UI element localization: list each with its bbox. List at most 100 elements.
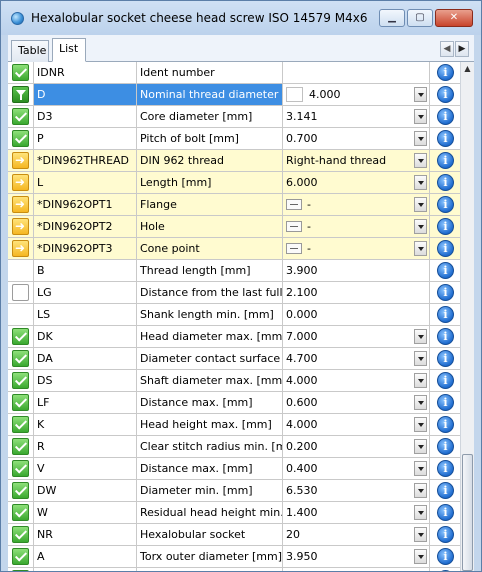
- info-icon[interactable]: i: [437, 86, 454, 103]
- info-icon[interactable]: i: [437, 460, 454, 477]
- info-icon[interactable]: i: [437, 548, 454, 565]
- status-cell[interactable]: [8, 128, 34, 149]
- info-icon[interactable]: i: [437, 526, 454, 543]
- table-row[interactable]: K Head height max. [mm] 4.000 i: [8, 414, 460, 436]
- info-cell[interactable]: i: [430, 282, 460, 303]
- table-row[interactable]: LF Distance max. [mm] 0.600 i: [8, 392, 460, 414]
- vertical-scrollbar[interactable]: ▲: [460, 62, 474, 571]
- info-icon[interactable]: i: [437, 152, 454, 169]
- info-icon[interactable]: i: [437, 350, 454, 367]
- tab-table[interactable]: Table: [11, 40, 49, 62]
- value-select[interactable]: 3.950: [283, 546, 430, 567]
- info-icon[interactable]: i: [437, 328, 454, 345]
- table-row[interactable]: i: [8, 568, 460, 571]
- table-row[interactable]: D3 Core diameter [mm] 3.141 i: [8, 106, 460, 128]
- dropdown-arrow-icon[interactable]: [414, 461, 427, 476]
- status-cell[interactable]: [8, 392, 34, 413]
- dropdown-arrow-icon[interactable]: [414, 87, 427, 102]
- dropdown-arrow-icon[interactable]: [414, 351, 427, 366]
- status-cell[interactable]: [8, 106, 34, 127]
- info-icon[interactable]: i: [437, 174, 454, 191]
- status-cell[interactable]: [8, 480, 34, 501]
- value-select[interactable]: 0.700: [283, 128, 430, 149]
- value-select[interactable]: 6.000: [283, 172, 430, 193]
- checkbox-icon[interactable]: [12, 284, 29, 301]
- tab-scroll-left-button[interactable]: ◀: [440, 41, 454, 57]
- info-cell[interactable]: i: [430, 150, 460, 171]
- table-row[interactable]: V Distance max. [mm] 0.400 i: [8, 458, 460, 480]
- status-cell[interactable]: [8, 524, 34, 545]
- info-icon[interactable]: i: [437, 64, 454, 81]
- info-icon[interactable]: i: [437, 372, 454, 389]
- status-cell[interactable]: [8, 502, 34, 523]
- value-select[interactable]: 1.400: [283, 502, 430, 523]
- status-cell[interactable]: [8, 194, 34, 215]
- value-select[interactable]: 3.141: [283, 106, 430, 127]
- status-cell[interactable]: [8, 568, 34, 571]
- info-cell[interactable]: i: [430, 436, 460, 457]
- table-row[interactable]: NR Hexalobular socket 20 i: [8, 524, 460, 546]
- table-row[interactable]: RClear stitch radius min. [mm]0.200 i: [8, 436, 460, 458]
- info-cell[interactable]: i: [430, 238, 460, 259]
- value-select[interactable]: 0.400: [283, 458, 430, 479]
- dropdown-arrow-icon[interactable]: [414, 549, 427, 564]
- info-icon[interactable]: i: [437, 504, 454, 521]
- status-cell[interactable]: [8, 172, 34, 193]
- table-row[interactable]: DA Diameter contact surface ... 4.700 i: [8, 348, 460, 370]
- status-cell[interactable]: [8, 370, 34, 391]
- dropdown-arrow-icon[interactable]: [414, 109, 427, 124]
- table-row[interactable]: *DIN962THREADDIN 962 threadRight-hand th…: [8, 150, 460, 172]
- scrollbar-thumb[interactable]: [462, 454, 473, 571]
- status-cell[interactable]: [8, 62, 34, 83]
- dropdown-arrow-icon[interactable]: [414, 197, 427, 212]
- status-cell[interactable]: [8, 304, 34, 325]
- table-row[interactable]: LG Distance from the last full ... 2.100 i: [8, 282, 460, 304]
- value-select[interactable]: 4.000: [283, 370, 430, 391]
- info-cell[interactable]: i: [430, 326, 460, 347]
- value-select[interactable]: 4.000: [283, 84, 430, 105]
- table-row[interactable]: W Residual head height min. ... 1.400 i: [8, 502, 460, 524]
- value-select[interactable]: 20: [283, 524, 430, 545]
- status-cell[interactable]: [8, 150, 34, 171]
- dropdown-arrow-icon[interactable]: [414, 131, 427, 146]
- info-cell[interactable]: i: [430, 414, 460, 435]
- scroll-up-arrow-icon[interactable]: ▲: [461, 62, 474, 76]
- info-icon[interactable]: i: [437, 482, 454, 499]
- value-select[interactable]: 7.000: [283, 326, 430, 347]
- status-cell[interactable]: [8, 414, 34, 435]
- info-icon[interactable]: i: [437, 438, 454, 455]
- status-cell[interactable]: [8, 260, 34, 281]
- table-row[interactable]: *DIN962OPT1Flange - i: [8, 194, 460, 216]
- info-cell[interactable]: i: [430, 216, 460, 237]
- table-row[interactable]: LLength [mm]6.000 i: [8, 172, 460, 194]
- table-row[interactable]: *DIN962OPT3Cone point - i: [8, 238, 460, 260]
- info-icon[interactable]: i: [437, 130, 454, 147]
- table-row[interactable]: DK Head diameter max. [mm] 7.000 i: [8, 326, 460, 348]
- info-cell[interactable]: i: [430, 348, 460, 369]
- info-icon[interactable]: i: [437, 240, 454, 257]
- maximize-button[interactable]: ▢: [407, 9, 433, 27]
- info-cell[interactable]: i: [430, 502, 460, 523]
- table-row[interactable]: DS Shaft diameter max. [mm] 4.000 i: [8, 370, 460, 392]
- status-cell[interactable]: [8, 282, 34, 303]
- info-cell[interactable]: i: [430, 458, 460, 479]
- dropdown-arrow-icon[interactable]: [414, 505, 427, 520]
- title-bar[interactable]: Hexalobular socket cheese head screw ISO…: [1, 1, 481, 35]
- table-row[interactable]: DW Diameter min. [mm] 6.530 i: [8, 480, 460, 502]
- info-cell[interactable]: i: [430, 524, 460, 545]
- dropdown-arrow-icon[interactable]: [414, 153, 427, 168]
- table-row[interactable]: D Nominal thread diameter [... 4.000 i: [8, 84, 460, 106]
- table-row[interactable]: B Thread length [mm] 3.900 i: [8, 260, 460, 282]
- info-cell[interactable]: i: [430, 84, 460, 105]
- info-cell[interactable]: i: [430, 392, 460, 413]
- info-icon[interactable]: i: [437, 416, 454, 433]
- info-cell[interactable]: i: [430, 106, 460, 127]
- info-icon[interactable]: i: [437, 570, 454, 571]
- info-cell[interactable]: i: [430, 260, 460, 281]
- tab-list[interactable]: List: [52, 38, 86, 62]
- dropdown-arrow-icon[interactable]: [414, 439, 427, 454]
- dropdown-arrow-icon[interactable]: [414, 329, 427, 344]
- status-cell[interactable]: [8, 348, 34, 369]
- dropdown-arrow-icon[interactable]: [414, 395, 427, 410]
- value-select[interactable]: Right-hand thread: [283, 150, 430, 171]
